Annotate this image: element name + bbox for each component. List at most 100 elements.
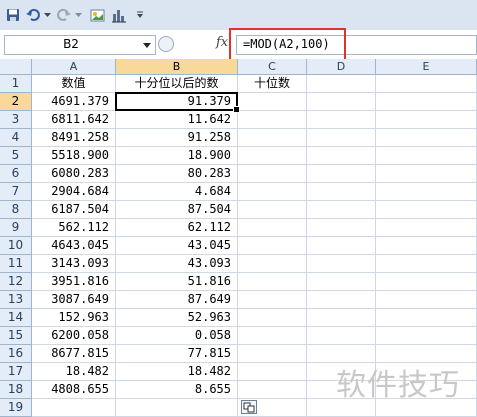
table-cell[interactable] bbox=[238, 165, 307, 183]
insert-function-icon[interactable]: fx bbox=[216, 35, 228, 50]
table-cell[interactable] bbox=[376, 255, 477, 273]
table-cell[interactable]: 4808.655 bbox=[32, 381, 116, 399]
table-cell[interactable]: 52.963 bbox=[116, 309, 238, 327]
row-header[interactable]: 19 bbox=[0, 399, 32, 417]
table-cell[interactable]: 562.112 bbox=[32, 219, 116, 237]
table-cell[interactable]: 4643.045 bbox=[32, 237, 116, 255]
table-cell[interactable] bbox=[116, 399, 238, 417]
table-cell[interactable] bbox=[238, 219, 307, 237]
table-cell[interactable] bbox=[376, 147, 477, 165]
header-cell[interactable]: 十位数 bbox=[238, 75, 307, 93]
header-cell[interactable]: 十分位以后的数 bbox=[116, 75, 238, 93]
table-cell[interactable] bbox=[238, 291, 307, 309]
column-header-d[interactable]: D bbox=[307, 59, 376, 75]
row-header[interactable]: 3 bbox=[0, 111, 32, 129]
table-cell[interactable]: 80.283 bbox=[116, 165, 238, 183]
table-cell[interactable] bbox=[376, 183, 477, 201]
table-cell[interactable]: 77.815 bbox=[116, 345, 238, 363]
table-cell[interactable] bbox=[238, 309, 307, 327]
table-cell[interactable] bbox=[307, 237, 376, 255]
table-cell[interactable]: 8491.258 bbox=[32, 129, 116, 147]
row-header[interactable]: 15 bbox=[0, 327, 32, 345]
row-header[interactable]: 14 bbox=[0, 309, 32, 327]
table-cell[interactable] bbox=[307, 291, 376, 309]
redo-dropdown-icon[interactable] bbox=[73, 7, 83, 23]
table-cell[interactable] bbox=[376, 273, 477, 291]
table-cell[interactable] bbox=[307, 129, 376, 147]
table-cell[interactable] bbox=[376, 309, 477, 327]
row-header[interactable]: 7 bbox=[0, 183, 32, 201]
expand-circle-icon[interactable] bbox=[158, 36, 174, 52]
table-cell[interactable] bbox=[238, 147, 307, 165]
table-cell[interactable]: 18.900 bbox=[116, 147, 238, 165]
table-cell[interactable] bbox=[238, 183, 307, 201]
table-cell[interactable] bbox=[238, 255, 307, 273]
row-header[interactable]: 10 bbox=[0, 237, 32, 255]
table-cell[interactable] bbox=[376, 219, 477, 237]
header-cell[interactable] bbox=[307, 75, 376, 93]
table-cell[interactable] bbox=[307, 219, 376, 237]
name-box[interactable]: B2 bbox=[4, 35, 156, 55]
table-cell[interactable] bbox=[307, 183, 376, 201]
table-cell[interactable]: 18.482 bbox=[32, 363, 116, 381]
paste-options-icon[interactable] bbox=[241, 400, 257, 414]
table-cell[interactable] bbox=[376, 237, 477, 255]
table-cell[interactable] bbox=[307, 111, 376, 129]
name-box-dropdown-icon[interactable] bbox=[139, 36, 155, 54]
table-cell[interactable]: 6200.058 bbox=[32, 327, 116, 345]
table-cell[interactable] bbox=[307, 147, 376, 165]
table-cell[interactable]: 3143.093 bbox=[32, 255, 116, 273]
row-header[interactable]: 6 bbox=[0, 165, 32, 183]
table-cell[interactable]: 6187.504 bbox=[32, 201, 116, 219]
table-cell[interactable]: 6811.642 bbox=[32, 111, 116, 129]
save-icon[interactable] bbox=[5, 7, 21, 23]
table-cell[interactable]: 87.504 bbox=[116, 201, 238, 219]
row-header[interactable]: 13 bbox=[0, 291, 32, 309]
undo-icon[interactable] bbox=[25, 7, 41, 23]
table-cell[interactable]: 2904.684 bbox=[32, 183, 116, 201]
table-cell[interactable]: 0.058 bbox=[116, 327, 238, 345]
table-cell[interactable] bbox=[376, 129, 477, 147]
table-cell[interactable] bbox=[376, 201, 477, 219]
undo-dropdown-icon[interactable] bbox=[42, 7, 52, 23]
table-cell[interactable] bbox=[238, 129, 307, 147]
table-cell[interactable]: 91.379 bbox=[116, 93, 238, 111]
table-cell[interactable]: 152.963 bbox=[32, 309, 116, 327]
table-cell[interactable]: 62.112 bbox=[116, 219, 238, 237]
row-header[interactable]: 8 bbox=[0, 201, 32, 219]
table-cell[interactable]: 3951.816 bbox=[32, 273, 116, 291]
chart-icon[interactable] bbox=[110, 7, 128, 23]
row-header[interactable]: 11 bbox=[0, 255, 32, 273]
table-cell[interactable]: 11.642 bbox=[116, 111, 238, 129]
table-cell[interactable] bbox=[376, 93, 477, 111]
table-cell[interactable]: 5518.900 bbox=[32, 147, 116, 165]
row-header[interactable]: 1 bbox=[0, 75, 32, 93]
table-cell[interactable] bbox=[307, 327, 376, 345]
table-cell[interactable]: 43.093 bbox=[116, 255, 238, 273]
table-cell[interactable] bbox=[238, 327, 307, 345]
table-cell[interactable] bbox=[238, 93, 307, 111]
table-cell[interactable] bbox=[376, 111, 477, 129]
table-cell[interactable]: 4.684 bbox=[116, 183, 238, 201]
table-cell[interactable] bbox=[238, 363, 307, 381]
table-cell[interactable] bbox=[307, 273, 376, 291]
column-header-c[interactable]: C bbox=[238, 59, 307, 75]
table-cell[interactable] bbox=[376, 165, 477, 183]
table-cell[interactable] bbox=[238, 237, 307, 255]
row-header[interactable]: 4 bbox=[0, 129, 32, 147]
table-cell[interactable] bbox=[238, 345, 307, 363]
table-cell[interactable]: 43.045 bbox=[116, 237, 238, 255]
table-cell[interactable]: 87.649 bbox=[116, 291, 238, 309]
row-header[interactable]: 17 bbox=[0, 363, 32, 381]
row-header[interactable]: 9 bbox=[0, 219, 32, 237]
table-cell[interactable] bbox=[307, 165, 376, 183]
table-cell[interactable]: 4691.379 bbox=[32, 93, 116, 111]
table-cell[interactable]: 18.482 bbox=[116, 363, 238, 381]
column-header-a[interactable]: A bbox=[32, 59, 116, 75]
table-cell[interactable]: 8.655 bbox=[116, 381, 238, 399]
customize-toolbar-icon[interactable] bbox=[135, 7, 145, 23]
row-header[interactable]: 5 bbox=[0, 147, 32, 165]
table-cell[interactable] bbox=[32, 399, 116, 417]
table-cell[interactable]: 8677.815 bbox=[32, 345, 116, 363]
header-cell[interactable] bbox=[376, 75, 477, 93]
